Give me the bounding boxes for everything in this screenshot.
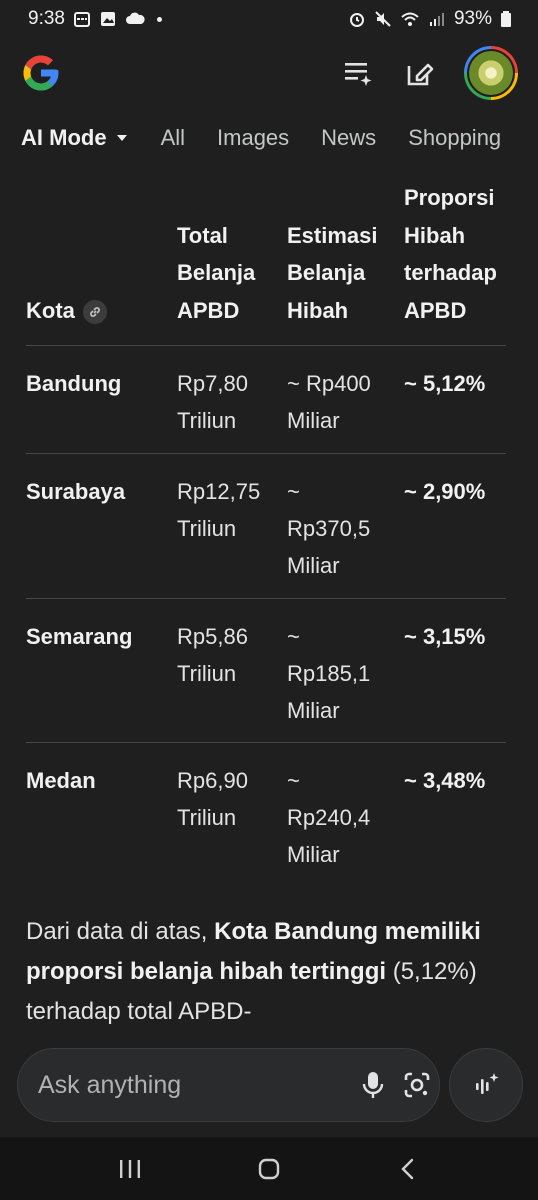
table-row: Semarang Rp5,86 Triliun ~ Rp185,1 Miliar ~ … [26,599,506,743]
cell-proporsi: ~ 2,90% [404,479,486,504]
table-row: Bandung Rp7,80 Triliun ~ Rp400 Miliar ~ 5,… [26,346,506,454]
cell-estimasi: ~ Rp240,4 Miliar [287,768,371,867]
back-icon [401,1158,414,1179]
cell-proporsi: ~ 3,15% [404,624,486,649]
link-icon[interactable] [82,299,107,324]
cloud-icon [125,12,145,24]
header-estimasi: Estimasi Belanja Hibah [287,222,378,323]
cell-proporsi: ~ 3,48% [404,768,486,793]
tab-shopping[interactable]: Shopping [408,125,501,151]
wifi-icon [401,12,419,26]
cell-kota: Semarang [26,624,133,649]
edit-icon [407,63,434,86]
mute-icon [375,11,391,27]
tab-news[interactable]: News [321,125,376,151]
cell-total: Rp7,80 Triliun [177,371,248,433]
microphone-icon [362,1072,384,1098]
home-icon [258,1158,280,1179]
gallery-icon [100,12,115,26]
microphone-button[interactable] [360,1063,386,1107]
battery-icon [501,11,511,27]
table-header: Kota Total Belanja APBD Estimasi Belanja… [26,182,506,346]
home-button[interactable] [244,1149,294,1189]
back-button[interactable] [383,1149,433,1189]
search-tabs: AI Mode All Images News Shopping [0,108,538,168]
history-sparkle-icon [345,63,372,86]
cell-total: Rp5,86 Triliun [177,624,248,686]
cell-estimasi: ~ Rp400 Miliar [287,371,371,433]
lens-button[interactable] [402,1063,432,1107]
cell-kota: Medan [26,768,96,793]
voice-mode-icon [476,1073,499,1094]
alarm-icon [349,13,364,27]
recents-icon [119,1159,140,1178]
cell-kota: Surabaya [26,479,126,504]
header-kota: Kota [26,292,177,330]
recents-button[interactable] [105,1149,155,1189]
app-header [0,38,538,108]
apbd-table: Kota Total Belanja APBD Estimasi Belanja… [26,182,506,887]
ask-bar [17,1048,440,1122]
calendar-icon [73,12,90,27]
summary-paragraph: Dari data di atas, Kota Bandung memiliki… [26,918,481,1025]
ask-input[interactable] [38,1070,360,1100]
lens-icon [404,1072,430,1098]
tab-images[interactable]: Images [217,125,289,151]
avatar-image [467,49,515,97]
tab-all[interactable]: All [161,125,185,151]
signal-icon [429,13,444,26]
cell-kota: Bandung [26,371,122,396]
new-chat-button[interactable] [402,55,438,91]
chevron-down-icon [116,135,127,141]
header-proporsi: Proporsi Hibah terhadap APBD [404,185,497,323]
status-bar: 9:38 93% [0,0,538,38]
status-time: 9:38 [28,8,65,29]
cell-total: Rp12,75 Triliun [177,479,261,541]
google-logo-icon[interactable] [20,52,62,94]
search-history-button[interactable] [340,55,376,91]
voice-mode-button[interactable] [449,1048,523,1122]
system-navbar [0,1137,538,1200]
cell-estimasi: ~ Rp370,5 Miliar [287,479,371,578]
table-row: Medan Rp6,90 Triliun ~ Rp240,4 Miliar ~ 3,4… [26,743,506,887]
table-row: Surabaya Rp12,75 Triliun ~ Rp370,5 Miliar ~… [26,454,506,599]
tab-ai-mode[interactable]: AI Mode [21,125,127,151]
cell-estimasi: ~ Rp185,1 Miliar [287,624,371,723]
notification-dot [156,16,162,22]
account-avatar[interactable] [464,46,518,100]
cell-proporsi: ~ 5,12% [404,371,486,396]
cell-total: Rp6,90 Triliun [177,768,248,830]
header-total-belanja: Total Belanja APBD [177,222,256,323]
battery-percent: 93% [453,8,492,29]
